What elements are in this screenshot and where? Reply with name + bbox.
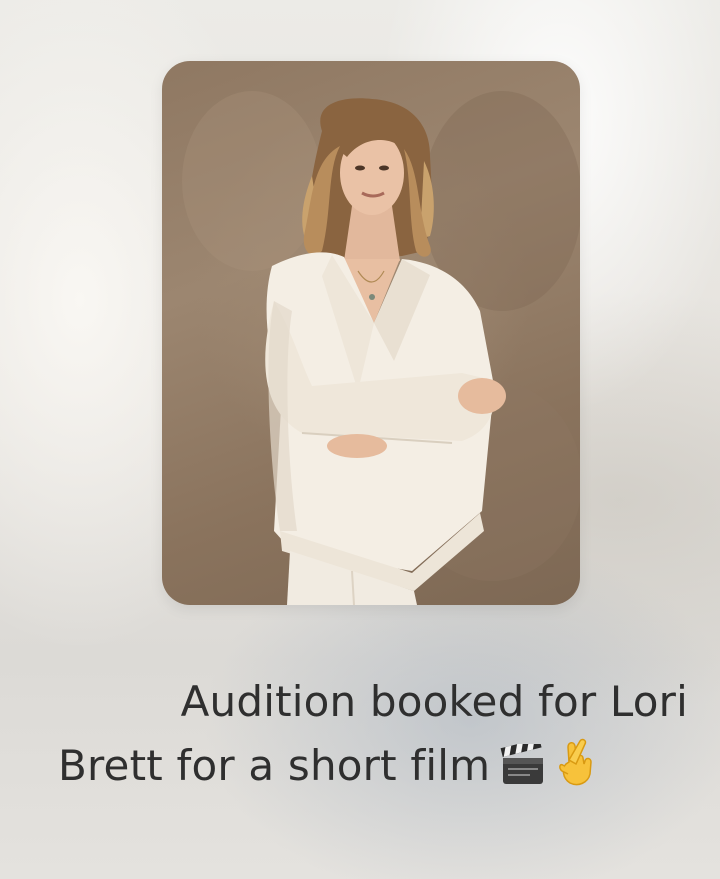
story-canvas: Audition booked for Lori Brett for a sho… bbox=[0, 0, 720, 879]
caption-line-2-text: Brett for a short film bbox=[58, 741, 491, 790]
portrait-illustration bbox=[182, 91, 580, 605]
crossed-fingers-icon bbox=[556, 738, 596, 804]
post-caption: Audition booked for Lori Brett for a sho… bbox=[48, 670, 688, 804]
clapperboard-icon bbox=[500, 738, 546, 804]
caption-line-2: Brett for a short film bbox=[48, 734, 688, 804]
portrait-photo bbox=[162, 61, 580, 605]
caption-line-1: Audition booked for Lori bbox=[180, 677, 688, 726]
